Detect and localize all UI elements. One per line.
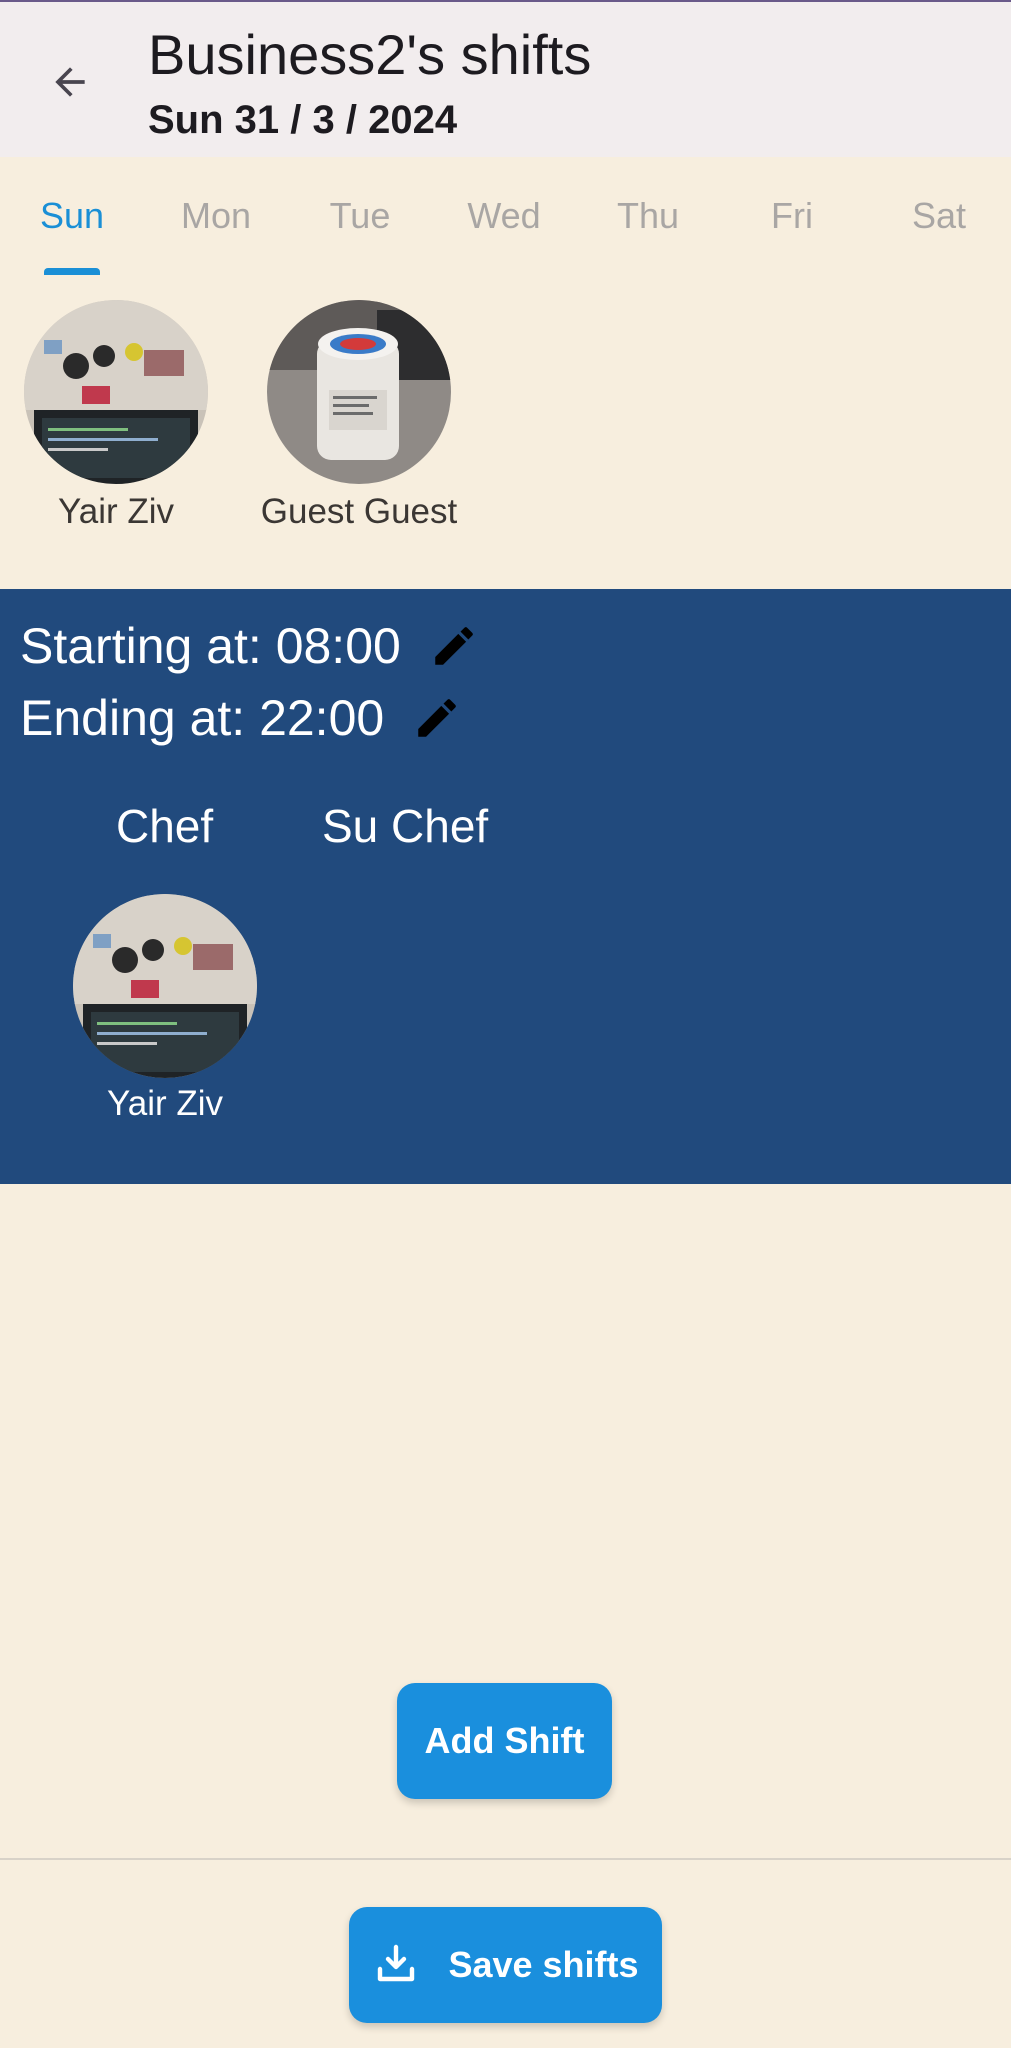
shift-end-row: Ending at: 22:00 xyxy=(20,689,464,747)
save-shifts-label: Save shifts xyxy=(448,1944,639,1985)
shift-card[interactable]: Starting at: 08:00 Ending at: 22:00 Chef… xyxy=(0,589,1011,1184)
tab-mon[interactable]: Mon xyxy=(144,195,288,237)
active-tab-indicator xyxy=(44,268,100,275)
assigned-employee-name: Yair Ziv xyxy=(106,1084,224,1123)
avatar xyxy=(267,300,451,484)
edit-end-button[interactable] xyxy=(410,691,464,745)
tab-thu[interactable]: Thu xyxy=(576,195,720,237)
pencil-icon xyxy=(435,627,473,665)
shift-start-label: Starting at: 08:00 xyxy=(20,618,401,674)
tab-sun[interactable]: Sun xyxy=(0,195,144,237)
employee-name: Guest Guest xyxy=(260,492,458,531)
day-tabs: Sun Mon Tue Wed Thu Fri Sat xyxy=(0,157,1011,277)
shift-start-row: Starting at: 08:00 xyxy=(20,617,481,675)
tab-sat[interactable]: Sat xyxy=(867,195,1011,237)
divider xyxy=(0,1858,1011,1860)
employee-item[interactable]: Yair Ziv xyxy=(0,300,236,532)
back-button[interactable] xyxy=(36,48,104,116)
add-shift-button[interactable]: Add Shift xyxy=(397,1683,612,1799)
download-icon xyxy=(378,1944,415,1982)
role-chef[interactable]: Chef xyxy=(116,799,213,853)
role-su-chef[interactable]: Su Chef xyxy=(322,799,488,853)
shifts-screen: Business2's shifts Sun 31 / 3 / 2024 Sun… xyxy=(0,0,1011,2048)
employee-name: Yair Ziv xyxy=(57,492,175,531)
employee-list: Yair Ziv Guest Guest xyxy=(0,300,1011,550)
tab-tue[interactable]: Tue xyxy=(288,195,432,237)
assigned-employee[interactable]: Yair Ziv xyxy=(45,894,285,1124)
employee-item[interactable]: Guest Guest xyxy=(239,300,479,532)
arrow-left-icon xyxy=(55,67,85,97)
page-date: Sun 31 / 3 / 2024 xyxy=(148,98,458,142)
page-title: Business2's shifts xyxy=(148,23,592,86)
tab-fri[interactable]: Fri xyxy=(720,195,864,237)
tab-wed[interactable]: Wed xyxy=(432,195,576,237)
save-shifts-button[interactable]: Save shifts xyxy=(349,1907,662,2023)
app-bar: Business2's shifts Sun 31 / 3 / 2024 xyxy=(0,0,1011,157)
avatar xyxy=(24,300,208,484)
shift-end-label: Ending at: 22:00 xyxy=(20,690,385,746)
pencil-icon xyxy=(418,699,456,737)
avatar xyxy=(73,894,257,1078)
edit-start-button[interactable] xyxy=(427,619,481,673)
